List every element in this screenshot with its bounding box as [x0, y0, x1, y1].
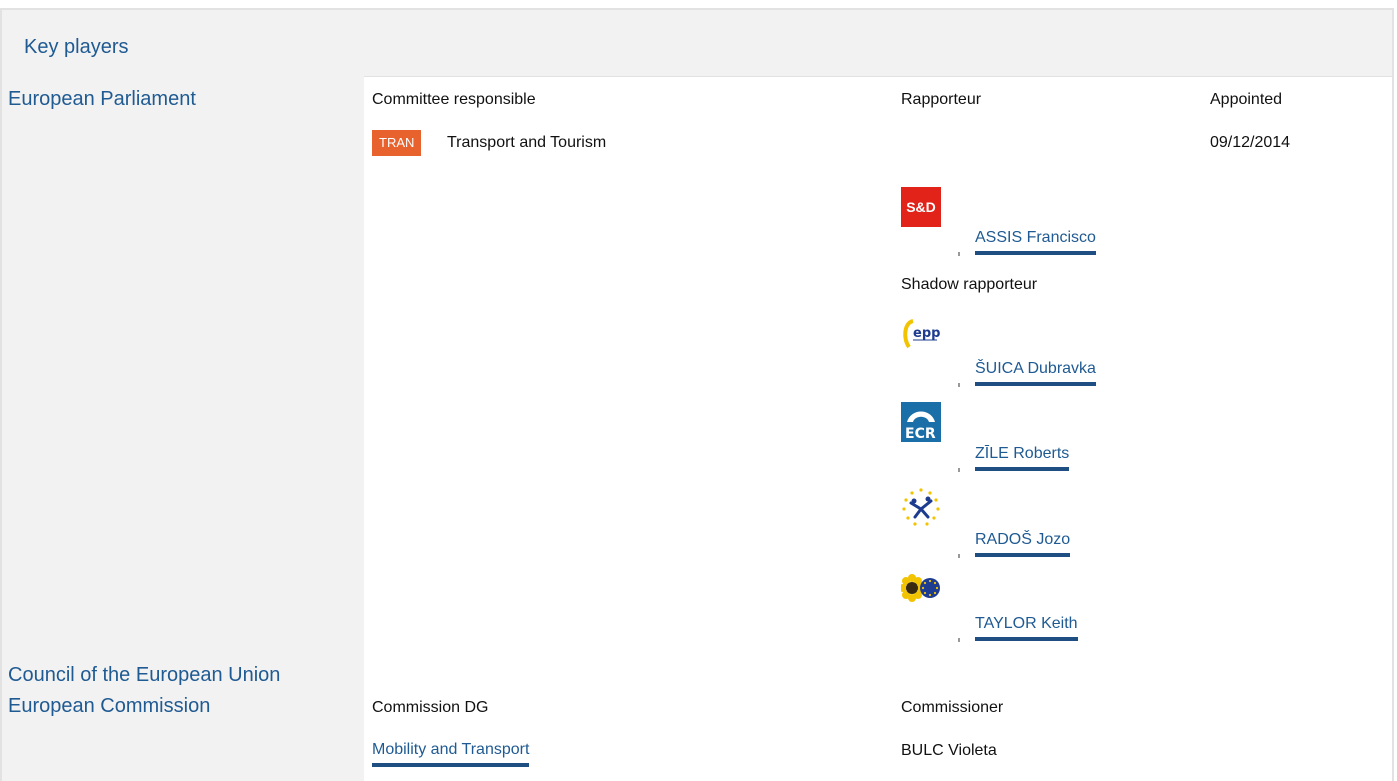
section-title: Key players — [24, 36, 129, 58]
shadow-rapporteur-link-3[interactable]: RADOŠ Jozo — [975, 531, 1071, 557]
institution-parliament: European Parliament — [8, 88, 196, 110]
shadow-rapporteur-link-1[interactable]: ŠUICA Dubravka — [975, 360, 1096, 386]
section-header: Key players — [2, 10, 1392, 77]
commissioner-name: BULC Violeta — [901, 742, 997, 759]
commission-dg-link[interactable]: Mobility and Transport — [372, 741, 530, 767]
logo-tick — [958, 638, 960, 642]
shadow-rapporteur-link-4[interactable]: TAYLOR Keith — [975, 615, 1078, 641]
logo-tick — [958, 383, 960, 387]
appointed-header: Appointed — [1210, 91, 1283, 108]
committee-responsible-header: Committee responsible — [372, 91, 536, 108]
logo-tick — [958, 252, 960, 256]
greens-group-logo — [899, 572, 941, 612]
rapporteur-link[interactable]: ASSIS Francisco — [975, 229, 1096, 255]
rapporteur-header: Rapporteur — [901, 91, 982, 108]
institutions-column: European Parliament Council of the Europ… — [2, 76, 364, 781]
committee-name: Transport and Tourism — [447, 134, 607, 151]
institution-council: Council of the European Union — [8, 664, 281, 686]
sd-group-logo: S&D — [901, 187, 941, 227]
stars-group-logo — [901, 487, 941, 527]
shadow-rapporteur-header: Shadow rapporteur — [901, 276, 1038, 293]
svg-text:ECR: ECR — [905, 426, 936, 442]
commission-dg-header: Commission DG — [372, 699, 489, 716]
logo-tick — [958, 554, 960, 558]
epp-group-logo: epp — [901, 317, 941, 357]
logo-tick — [958, 468, 960, 472]
committee-badge: TRAN — [372, 130, 422, 156]
appointed-date: 09/12/2014 — [1210, 134, 1291, 151]
ecr-group-logo: ECR — [901, 402, 941, 442]
shadow-rapporteur-link-2[interactable]: ZĪLE Roberts — [975, 445, 1070, 471]
commissioner-header: Commissioner — [901, 699, 1004, 716]
institution-commission: European Commission — [8, 695, 211, 717]
svg-text:epp: epp — [913, 326, 940, 341]
